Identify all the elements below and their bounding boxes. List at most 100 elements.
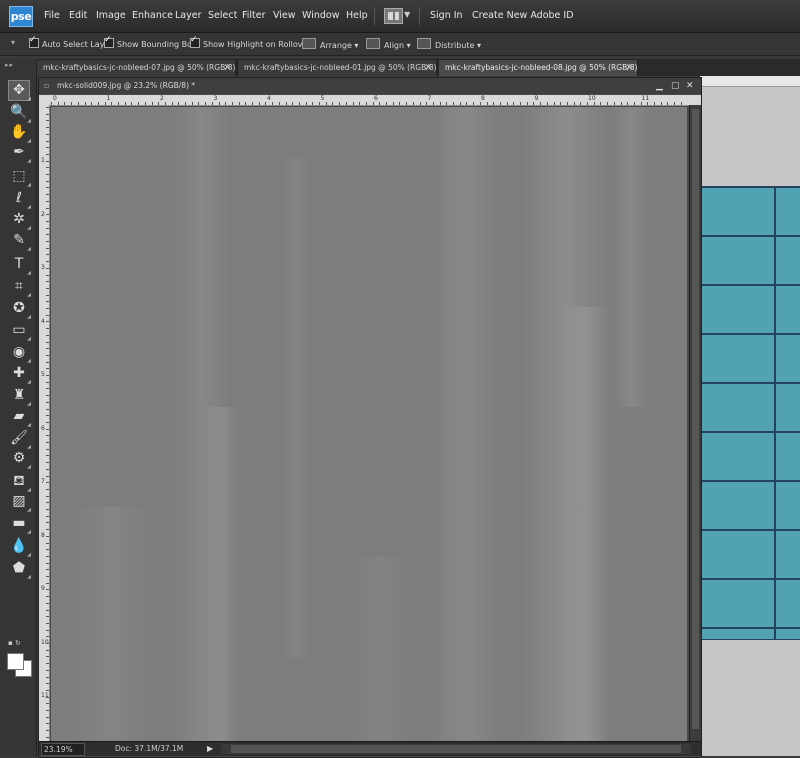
move-icon[interactable]: ✥ ◢ xyxy=(8,80,31,102)
ruler-tick xyxy=(46,341,49,343)
create-adobe-id-link[interactable]: Create New Adobe ID xyxy=(472,10,574,21)
tab-document-07[interactable]: mkc-kraftybasics-jc-nobleed-07.jpg @ 50%… xyxy=(36,59,236,76)
ruler-tick xyxy=(607,102,609,105)
healing-brush-icon[interactable]: ✚ ◢ xyxy=(9,364,31,385)
type-icon[interactable]: T ◢ xyxy=(9,255,31,276)
ruler-tick xyxy=(151,102,153,105)
ruler-tick xyxy=(506,102,508,105)
straighten-icon[interactable]: ▭ ◢ xyxy=(9,321,31,342)
menu-layer[interactable]: Layer xyxy=(175,10,202,21)
sponge-icon[interactable]: ⬟ ◢ xyxy=(9,559,31,580)
menu-view[interactable]: View xyxy=(273,10,296,21)
menu-image[interactable]: Image xyxy=(96,10,126,21)
maximize-icon[interactable]: ▢ xyxy=(671,78,680,94)
toolbox-collapse-icon[interactable]: ▸▸ xyxy=(5,61,14,69)
ruler-tick xyxy=(46,147,49,149)
cookie-cutter-icon[interactable]: ✪ ◢ xyxy=(9,299,31,320)
ruler-tick xyxy=(158,102,160,105)
tab-document-08[interactable]: mkc-kraftybasics-jc-nobleed-08.jpg @ 50%… xyxy=(438,59,638,76)
ruler-tick xyxy=(412,102,414,105)
tab-document-01[interactable]: mkc-kraftybasics-jc-nobleed-01.jpg @ 50%… xyxy=(237,59,437,76)
show-bounding-box-checkbox[interactable]: Show Bounding Box xyxy=(104,35,197,49)
ruler-tick xyxy=(46,160,49,162)
submenu-arrow-icon: ◢ xyxy=(27,464,31,470)
vertical-scrollbar[interactable] xyxy=(689,105,701,741)
gradient-icon[interactable]: ▨ ◢ xyxy=(9,492,31,513)
close-icon[interactable]: ✕ xyxy=(686,78,694,94)
ruler-tick xyxy=(593,102,595,105)
ruler-number: 6 xyxy=(374,95,378,102)
layout-icon[interactable] xyxy=(384,8,403,24)
menu-select[interactable]: Select xyxy=(208,10,237,21)
ruler-tick xyxy=(46,636,49,638)
blur-icon[interactable]: 💧 ◢ xyxy=(9,537,31,558)
close-icon[interactable]: ✕ xyxy=(223,60,231,76)
ruler-number: 1 xyxy=(106,95,111,102)
brush-icon[interactable]: 🖌 ◢ xyxy=(9,429,31,450)
menu-filter[interactable]: Filter xyxy=(242,10,266,21)
paint-bucket-icon[interactable]: ⛾ ◢ xyxy=(9,472,31,493)
status-menu-arrow-icon[interactable]: ▶ xyxy=(207,742,213,756)
sign-in-link[interactable]: Sign In xyxy=(430,10,463,21)
eyedropper-icon[interactable]: ✒ ◢ xyxy=(9,143,31,164)
document-window[interactable]: ▫ mkc-solid009.jpg @ 23.2% (RGB/8) * ▁ ▢… xyxy=(38,77,702,758)
marquee-icon[interactable]: ⬚ ◢ xyxy=(9,167,31,188)
ruler-vertical: 1 2 3 4 5 6 7 8 9 10 11 xyxy=(39,105,50,741)
align-button[interactable]: Align ▾ xyxy=(366,38,411,50)
swap-colors-icon[interactable]: ▪ ↻ xyxy=(8,639,21,647)
ruler-tick xyxy=(46,234,49,236)
zoom-icon[interactable]: 🔍 ◢ xyxy=(9,103,31,124)
eraser-icon[interactable]: ▰ ◢ xyxy=(9,407,31,428)
horizontal-scrollbar[interactable] xyxy=(221,744,691,754)
hand-icon[interactable]: ✋ ◢ xyxy=(9,123,31,144)
ruler-tick xyxy=(46,294,49,296)
menu-edit[interactable]: Edit xyxy=(69,10,87,21)
close-icon[interactable]: ✕ xyxy=(625,60,633,76)
ruler-tick xyxy=(278,102,280,105)
ruler-tick xyxy=(312,102,314,105)
show-highlight-checkbox[interactable]: Show Highlight on Rollover xyxy=(190,35,311,49)
ruler-tick xyxy=(46,730,49,732)
lasso-icon[interactable]: ℓ ◢ xyxy=(9,189,31,210)
chevron-down-icon[interactable]: ▼ xyxy=(404,10,410,19)
menu-file[interactable]: File xyxy=(44,10,60,21)
menu-enhance[interactable]: Enhance xyxy=(132,10,173,21)
ruler-tick xyxy=(419,102,421,105)
smart-brush-icon[interactable]: ⚙ ◢ xyxy=(9,449,31,470)
clone-stamp-icon[interactable]: ♜ ◢ xyxy=(9,386,31,407)
scroll-thumb[interactable] xyxy=(692,109,699,729)
magic-wand-icon[interactable]: ✲ ◢ xyxy=(9,210,31,231)
menu-window[interactable]: Window xyxy=(302,10,339,21)
texture-streak xyxy=(71,507,151,741)
ruler-tick xyxy=(46,395,49,397)
tab-label: mkc-kraftybasics-jc-nobleed-01.jpg @ 50%… xyxy=(244,63,437,72)
ruler-tick xyxy=(499,102,501,105)
ruler-tick xyxy=(647,102,649,105)
foreground-color-swatch[interactable] xyxy=(7,653,24,670)
quick-selection-icon[interactable]: ✎ ◢ xyxy=(9,231,31,252)
crop-icon[interactable]: ⌗ ◢ xyxy=(9,277,31,298)
canvas-gray-texture[interactable] xyxy=(51,107,687,741)
ruler-tick xyxy=(46,261,49,263)
ruler-tick xyxy=(46,153,49,155)
auto-select-layer-checkbox[interactable]: Auto Select Layer xyxy=(29,35,113,49)
ruler-number: 2 xyxy=(41,210,45,218)
close-icon[interactable]: ✕ xyxy=(424,60,432,76)
scroll-thumb[interactable] xyxy=(231,745,681,753)
ruler-tick xyxy=(46,194,49,196)
ruler-tick xyxy=(57,102,59,105)
background-document-window[interactable] xyxy=(700,76,800,756)
ruler-tick xyxy=(46,428,49,430)
ruler-tick xyxy=(526,102,528,105)
ruler-tick xyxy=(46,576,49,577)
ruler-tick xyxy=(46,314,49,316)
menu-help[interactable]: Help xyxy=(346,10,368,21)
ruler-tick xyxy=(46,321,49,323)
zoom-field[interactable]: 23.19% xyxy=(41,743,85,756)
red-eye-icon[interactable]: ◉ ◢ xyxy=(9,343,31,364)
shape-icon[interactable]: ▬ ◢ xyxy=(9,514,31,535)
arrange-button[interactable]: Arrange ▾ xyxy=(302,38,358,50)
distribute-button[interactable]: Distribute ▾ xyxy=(417,38,481,50)
submenu-arrow-icon: ◢ xyxy=(27,270,31,276)
minimize-icon[interactable]: ▁ xyxy=(656,78,663,94)
